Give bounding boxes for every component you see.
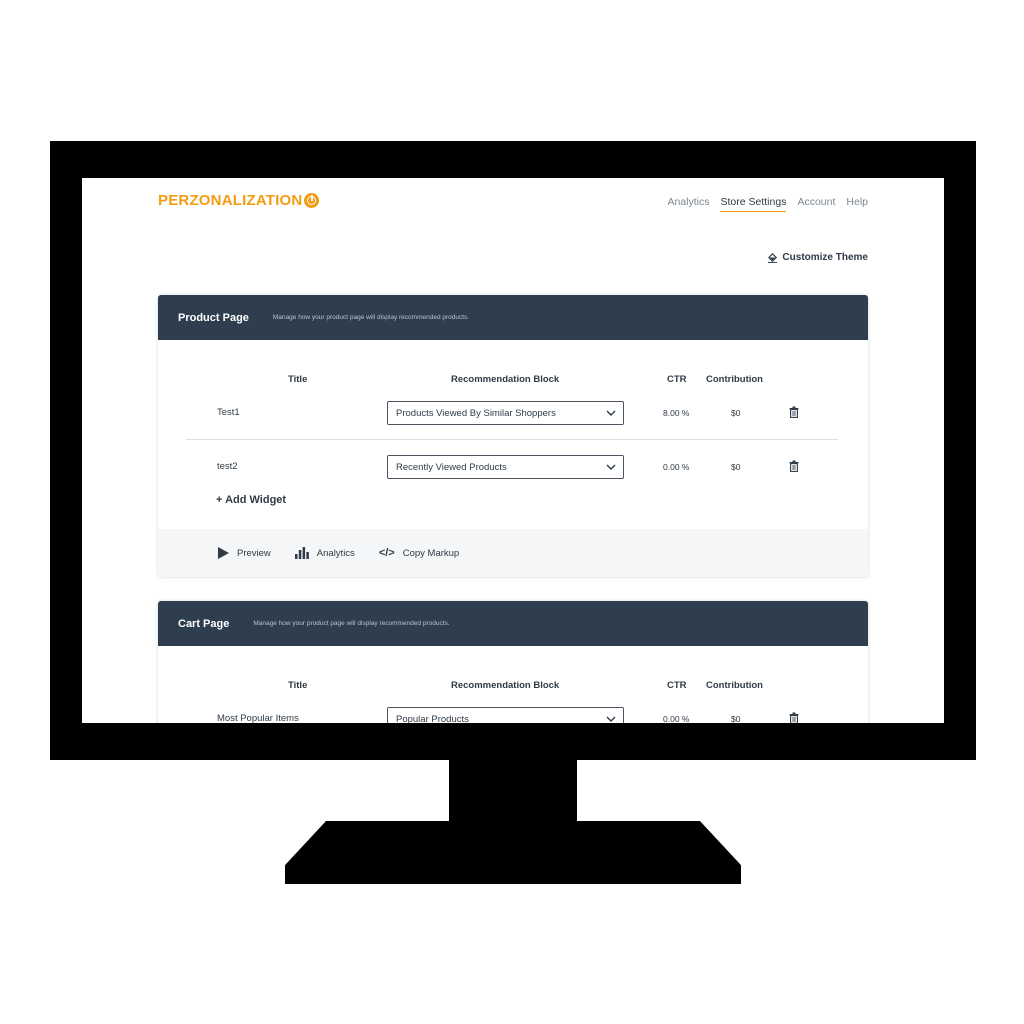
column-header-contribution: Contribution (706, 680, 763, 691)
card-title: Cart Page (178, 617, 230, 630)
brand-logo[interactable]: PERZONALIZATION (158, 192, 320, 209)
bar-chart-icon (294, 547, 309, 559)
customize-theme-button[interactable]: Customize Theme (767, 252, 868, 263)
widget-title: Test1 (217, 407, 240, 418)
trash-icon[interactable] (789, 406, 799, 418)
play-icon (218, 547, 229, 559)
card-title: Product Page (178, 311, 249, 324)
cart-page-card: Cart Page Manage how your product page w… (158, 601, 868, 723)
recommendation-block-select[interactable]: Products Viewed By Similar Shoppers (387, 401, 624, 425)
card-footer: Preview Analytics </> Copy Markup (158, 529, 868, 577)
nav-item-account[interactable]: Account (797, 196, 835, 212)
analytics-button[interactable]: Analytics (294, 547, 355, 559)
column-header-ctr: CTR (667, 680, 687, 691)
column-header-ctr: CTR (667, 374, 687, 385)
add-widget-button[interactable]: + Add Widget (216, 494, 286, 506)
column-header-block: Recommendation Block (451, 374, 560, 385)
nav-item-analytics[interactable]: Analytics (667, 196, 709, 212)
contribution-value: $0 (731, 714, 741, 723)
brand-name: PERZONALIZATION (158, 192, 303, 209)
select-value: Recently Viewed Products (396, 461, 507, 473)
monitor-frame: PERZONALIZATION Analytics Store Settings… (50, 141, 976, 760)
product-page-card: Product Page Manage how your product pag… (158, 295, 868, 577)
widget-title: test2 (217, 461, 238, 472)
column-header-title: Title (288, 374, 308, 385)
code-icon: </> (378, 547, 395, 559)
select-value: Popular Products (396, 713, 469, 724)
analytics-label: Analytics (316, 547, 355, 559)
contribution-value: $0 (731, 462, 741, 472)
nav-item-store-settings[interactable]: Store Settings (720, 196, 787, 212)
widget-title: Most Popular Items (217, 713, 299, 723)
power-icon (304, 193, 320, 208)
preview-button[interactable]: Preview (218, 547, 271, 559)
nav-item-help[interactable]: Help (846, 196, 868, 212)
recommendation-block-select[interactable]: Recently Viewed Products (387, 455, 624, 479)
top-nav: Analytics Store Settings Account Help (667, 196, 868, 212)
card-subtitle: Manage how your product page will displa… (272, 314, 470, 321)
chevron-down-icon (606, 464, 616, 470)
contribution-value: $0 (731, 408, 741, 418)
paint-bucket-icon (768, 252, 778, 263)
monitor-stand-neck (449, 759, 577, 822)
customize-theme-label: Customize Theme (782, 252, 868, 263)
column-header-block: Recommendation Block (451, 680, 560, 691)
trash-icon[interactable] (789, 460, 799, 472)
row-divider (186, 439, 838, 440)
column-header-title: Title (288, 680, 308, 691)
card-subtitle: Manage how your product page will displa… (253, 620, 450, 627)
chevron-down-icon (606, 716, 616, 722)
trash-icon[interactable] (789, 712, 799, 723)
preview-label: Preview (237, 547, 271, 559)
ctr-value: 0.00 % (663, 462, 690, 472)
card-header: Product Page Manage how your product pag… (158, 295, 868, 340)
card-header: Cart Page Manage how your product page w… (158, 601, 868, 646)
chevron-down-icon (606, 410, 616, 416)
ctr-value: 8.00 % (663, 408, 690, 418)
screen: PERZONALIZATION Analytics Store Settings… (82, 178, 944, 723)
monitor-stand-base (285, 821, 741, 884)
ctr-value: 0.00 % (663, 714, 690, 723)
select-value: Products Viewed By Similar Shoppers (396, 407, 556, 419)
copy-markup-label: Copy Markup (402, 547, 460, 559)
copy-markup-button[interactable]: </> Copy Markup (379, 547, 459, 559)
column-header-contribution: Contribution (706, 374, 763, 385)
recommendation-block-select[interactable]: Popular Products (387, 707, 624, 723)
